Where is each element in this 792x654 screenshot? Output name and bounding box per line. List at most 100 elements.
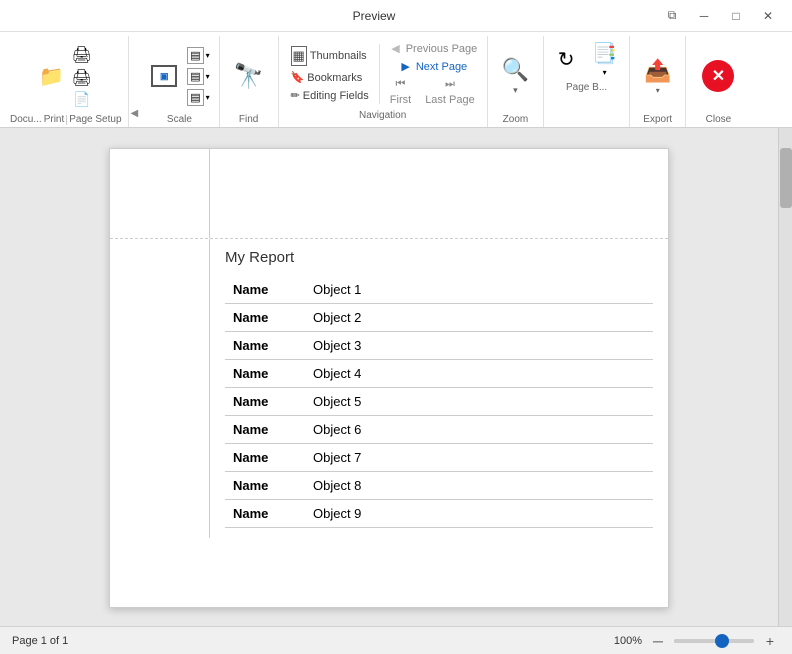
print-button-top[interactable]: 🖨 [69, 44, 95, 66]
pageb-button[interactable]: ↻ [550, 44, 582, 75]
bookmarks-icon: 🔖 [291, 71, 305, 84]
last-page-icon: ⏭ [445, 78, 455, 91]
zoom-out-button[interactable]: ─ [648, 631, 668, 651]
table-row: NameObject 9 [225, 500, 653, 528]
close-circle: ✕ [702, 60, 734, 92]
scrollbar-thumb[interactable] [780, 148, 792, 208]
row-label: Name [225, 360, 305, 388]
first-page-label: First [390, 94, 411, 106]
page-canvas[interactable]: My Report NameObject 1NameObject 2NameOb… [0, 128, 778, 626]
page-button[interactable]: 📄 [69, 90, 95, 109]
report-table: NameObject 1NameObject 2NameObject 3Name… [225, 276, 653, 528]
toolbar-group-scale: ▣ ▤ ▾ ▤ ▾ ▤ ▾ Scale [140, 36, 219, 127]
zoom-slider-thumb[interactable] [715, 634, 729, 648]
row-label: Name [225, 276, 305, 304]
editing-fields-button[interactable]: ✏ Editing Fields [287, 87, 373, 104]
zoom-chevron: ▾ [513, 85, 518, 96]
scrollbar[interactable] [778, 128, 792, 626]
toolbar-group-zoom: 🔍 ▾ Zoom [488, 36, 544, 127]
window-controls: ⧉ ─ □ ✕ [658, 6, 782, 26]
doc-button[interactable]: 📁 [37, 62, 67, 91]
print-button-bottom[interactable]: 🖨 [69, 67, 95, 89]
pageb-chevron: ▾ [603, 68, 607, 77]
window-restore-button[interactable]: ⧉ [658, 6, 686, 26]
zoom-button[interactable]: 🔍 ▾ [496, 38, 535, 114]
row-value: Object 7 [305, 444, 653, 472]
print-label: Print [44, 114, 65, 125]
next-page-label: Next Page [416, 61, 467, 73]
page-info: Page 1 of 1 [12, 635, 68, 647]
first-page-button[interactable]: ⏮ First [386, 76, 415, 108]
prev-page-button[interactable]: ◀ [387, 40, 403, 57]
export-chevron: ▾ [656, 86, 660, 95]
window-maximize-button[interactable]: □ [722, 6, 750, 26]
refresh-icon: ↻ [558, 47, 575, 72]
row-label: Name [225, 472, 305, 500]
close-button[interactable]: ✕ [696, 38, 740, 114]
row-value: Object 1 [305, 276, 653, 304]
scale-sub-buttons: ▤ ▾ ▤ ▾ ▤ ▾ [184, 46, 212, 107]
next-page-row: ▶ Next Page [397, 58, 467, 75]
zoom-slider[interactable] [674, 639, 754, 643]
toolbar: 📁 🖨 🖨 📄 Docu... Print Page Setup ◀ [0, 32, 792, 128]
window-title: Preview [90, 9, 658, 23]
page-document: My Report NameObject 1NameObject 2NameOb… [109, 148, 669, 608]
toolbar-group-close: ✕ Close [686, 36, 750, 127]
row-label: Name [225, 416, 305, 444]
close-x-icon: ✕ [712, 66, 725, 86]
export-button[interactable]: 📤 ▾ [638, 38, 677, 114]
zoom-in-button[interactable]: + [760, 631, 780, 651]
window-close-button[interactable]: ✕ [754, 6, 782, 26]
table-row: NameObject 3 [225, 332, 653, 360]
collapse-arrow[interactable]: ◀ [129, 36, 141, 127]
scale-icon: ▣ [151, 65, 177, 87]
row-value: Object 2 [305, 304, 653, 332]
page-header-right [210, 149, 668, 238]
printer-icon: 🖨 [72, 45, 92, 65]
last-page-label: Last Page [425, 94, 475, 106]
pageb-label: Page B... [566, 82, 607, 93]
print-buttons: 🖨 🖨 📄 [69, 44, 95, 109]
row-label: Name [225, 332, 305, 360]
export-icon: 📤 [644, 58, 671, 84]
zoom-level: 100% [614, 635, 642, 647]
page-header-left [110, 149, 210, 238]
print-preview-icon: 🖨 [72, 68, 92, 88]
scale-sub-3[interactable]: ▤ ▾ [184, 88, 212, 107]
editing-fields-label: Editing Fields [303, 90, 369, 102]
row-value: Object 6 [305, 416, 653, 444]
row-label: Name [225, 388, 305, 416]
table-row: NameObject 7 [225, 444, 653, 472]
next-page-button[interactable]: ▶ [397, 58, 413, 75]
page-nav-group: ◀ Previous Page ▶ Next Page ⏮ First ⏭ La… [386, 40, 479, 108]
prev-page-label: Previous Page [406, 43, 478, 55]
thumbnails-button[interactable]: ▦ Thumbnails [287, 44, 373, 68]
scale-chevron-1: ▾ [206, 51, 210, 60]
thumbnails-icon: ▦ [291, 46, 307, 66]
bookmarks-button[interactable]: 🔖 Bookmarks [287, 69, 373, 86]
scale-chevron-2: ▾ [206, 72, 210, 81]
zoom-slider-track [674, 639, 754, 643]
page-left-margin [110, 239, 210, 538]
scale-sub-1[interactable]: ▤ ▾ [184, 46, 212, 65]
scale-button[interactable]: ▣ [146, 63, 182, 89]
zoom-control: 100% ─ + [614, 631, 780, 651]
page-icon: 📄 [73, 91, 90, 108]
scale-sub-2[interactable]: ▤ ▾ [184, 67, 212, 86]
editing-fields-icon: ✏ [291, 89, 300, 102]
table-row: NameObject 1 [225, 276, 653, 304]
label-sep [66, 115, 67, 125]
nav-sub-group: ▦ Thumbnails 🔖 Bookmarks ✏ Editing Field… [287, 44, 380, 104]
prev-page-row: ◀ Previous Page [387, 40, 477, 57]
nav-top-section: ▦ Thumbnails 🔖 Bookmarks ✏ Editing Field… [287, 40, 479, 108]
scale-sub-icon-3: ▤ [187, 89, 203, 106]
window-minimize-button[interactable]: ─ [690, 6, 718, 26]
row-value: Object 5 [305, 388, 653, 416]
last-page-button[interactable]: ⏭ Last Page [421, 76, 479, 108]
pageb-sub-button[interactable]: 📑 ▾ [586, 38, 623, 80]
find-button[interactable]: 🔭 [228, 38, 270, 114]
table-row: NameObject 6 [225, 416, 653, 444]
page-main-content: My Report NameObject 1NameObject 2NameOb… [210, 239, 668, 538]
scale-chevron-3: ▾ [206, 93, 210, 102]
scale-sub-icon-1: ▤ [187, 47, 203, 64]
